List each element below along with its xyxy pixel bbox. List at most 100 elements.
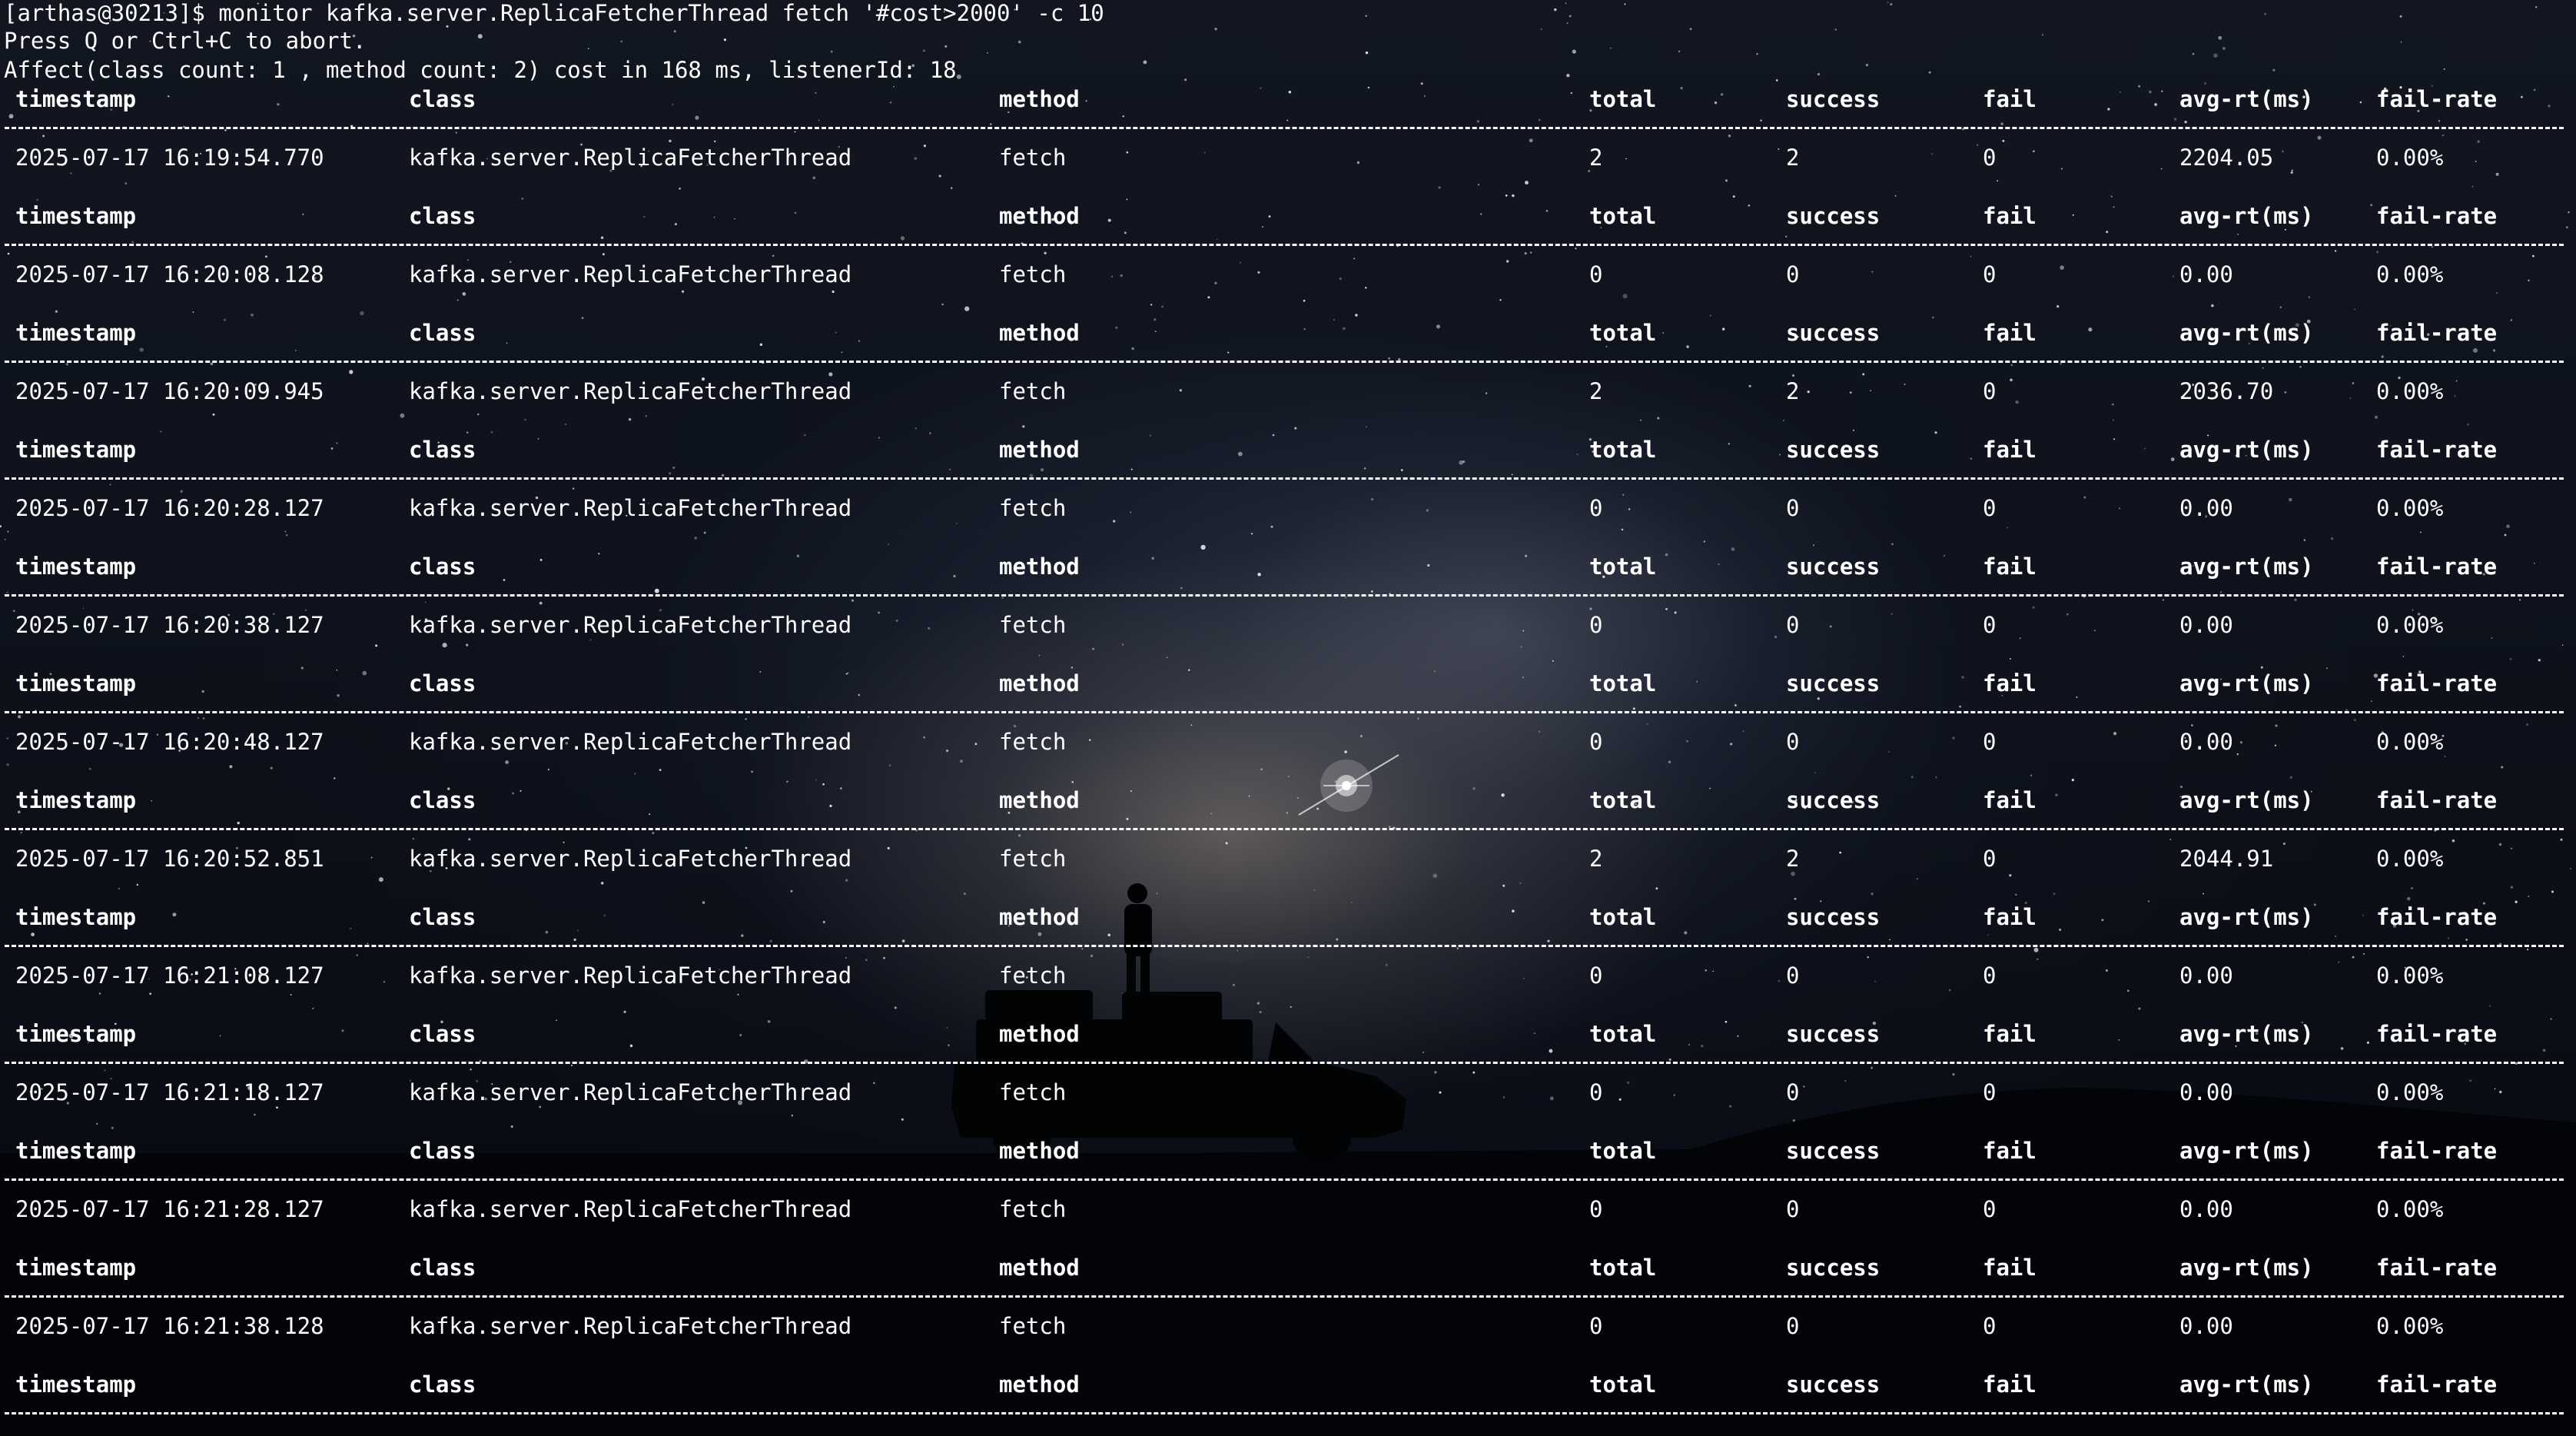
column-header-avg-rt: avg-rt(ms) — [2179, 203, 2314, 229]
cell-success: 2 — [1786, 145, 1800, 171]
column-header-fail-rate: fail-rate — [2376, 1138, 2498, 1164]
cell-avg-rt: 2044.91 — [2179, 846, 2274, 872]
cell-fail: 0 — [1983, 1079, 1997, 1105]
column-header-fail-rate: fail-rate — [2376, 904, 2498, 930]
column-header-success: success — [1786, 1021, 1881, 1047]
cell-success: 0 — [1786, 261, 1800, 288]
cell-fail-rate: 0.00% — [2376, 1196, 2444, 1222]
column-header-avg-rt: avg-rt(ms) — [2179, 670, 2314, 696]
cell-timestamp: 2025-07-17 16:20:28.127 — [15, 495, 324, 521]
column-header-timestamp: timestamp — [15, 1255, 137, 1281]
cell-method: fetch — [999, 612, 1067, 638]
cell-success: 0 — [1786, 1196, 1800, 1222]
column-header-timestamp: timestamp — [15, 553, 137, 580]
affect-summary-line: Affect(class count: 1 , method count: 2)… — [4, 57, 957, 83]
column-header-fail: fail — [1983, 437, 2037, 463]
column-header-success: success — [1786, 787, 1881, 813]
cell-class: kafka.server.ReplicaFetcherThread — [409, 1196, 852, 1222]
column-header-total: total — [1589, 904, 1657, 930]
cell-avg-rt: 0.00 — [2179, 1196, 2233, 1222]
cell-method: fetch — [999, 962, 1067, 989]
cell-total: 0 — [1589, 495, 1603, 521]
cell-method: fetch — [999, 1313, 1067, 1339]
column-header-avg-rt: avg-rt(ms) — [2179, 1021, 2314, 1047]
cell-success: 0 — [1786, 729, 1800, 755]
column-header-class: class — [409, 1138, 476, 1164]
cell-avg-rt: 0.00 — [2179, 261, 2233, 288]
cell-fail: 0 — [1983, 145, 1997, 171]
cell-timestamp: 2025-07-17 16:19:54.770 — [15, 145, 324, 171]
column-header-method: method — [999, 1021, 1080, 1047]
cell-method: fetch — [999, 1196, 1067, 1222]
cell-fail-rate: 0.00% — [2376, 729, 2444, 755]
column-header-success: success — [1786, 437, 1881, 463]
dashed-separator — [5, 594, 2564, 597]
cell-class: kafka.server.ReplicaFetcherThread — [409, 378, 852, 404]
column-header-method: method — [999, 86, 1080, 112]
column-header-method: method — [999, 670, 1080, 696]
column-header-fail-rate: fail-rate — [2376, 1371, 2498, 1398]
column-header-class: class — [409, 320, 476, 346]
cell-method: fetch — [999, 1079, 1067, 1105]
command-prompt-line: [arthas@30213]$ monitor kafka.server.Rep… — [4, 0, 1104, 26]
column-header-total: total — [1589, 1021, 1657, 1047]
column-header-method: method — [999, 1255, 1080, 1281]
dashed-separator — [5, 828, 2564, 830]
cell-timestamp: 2025-07-17 16:21:38.128 — [15, 1313, 324, 1339]
cell-avg-rt: 0.00 — [2179, 612, 2233, 638]
cell-total: 0 — [1589, 261, 1603, 288]
cell-fail: 0 — [1983, 612, 1997, 638]
cell-timestamp: 2025-07-17 16:20:48.127 — [15, 729, 324, 755]
cell-fail: 0 — [1983, 378, 1997, 404]
column-header-class: class — [409, 1021, 476, 1047]
column-header-avg-rt: avg-rt(ms) — [2179, 86, 2314, 112]
column-header-avg-rt: avg-rt(ms) — [2179, 437, 2314, 463]
column-header-class: class — [409, 670, 476, 696]
column-header-success: success — [1786, 320, 1881, 346]
cell-fail-rate: 0.00% — [2376, 495, 2444, 521]
cell-success: 2 — [1786, 846, 1800, 872]
cell-timestamp: 2025-07-17 16:20:52.851 — [15, 846, 324, 872]
cell-method: fetch — [999, 495, 1067, 521]
column-header-fail: fail — [1983, 1138, 2037, 1164]
column-header-success: success — [1786, 86, 1881, 112]
cell-class: kafka.server.ReplicaFetcherThread — [409, 1079, 852, 1105]
dashed-separator — [5, 244, 2564, 246]
column-header-total: total — [1589, 1138, 1657, 1164]
column-header-fail-rate: fail-rate — [2376, 437, 2498, 463]
cell-avg-rt: 2204.05 — [2179, 145, 2274, 171]
cell-class: kafka.server.ReplicaFetcherThread — [409, 846, 852, 872]
cell-fail: 0 — [1983, 962, 1997, 989]
column-header-timestamp: timestamp — [15, 1138, 137, 1164]
column-header-success: success — [1786, 553, 1881, 580]
column-header-success: success — [1786, 670, 1881, 696]
column-header-fail: fail — [1983, 320, 2037, 346]
column-header-method: method — [999, 203, 1080, 229]
column-header-timestamp: timestamp — [15, 670, 137, 696]
column-header-fail-rate: fail-rate — [2376, 1021, 2498, 1047]
column-header-total: total — [1589, 1255, 1657, 1281]
column-header-total: total — [1589, 787, 1657, 813]
column-header-fail: fail — [1983, 1371, 2037, 1398]
cell-timestamp: 2025-07-17 16:20:38.127 — [15, 612, 324, 638]
column-header-fail: fail — [1983, 553, 2037, 580]
terminal-window[interactable]: [arthas@30213]$ monitor kafka.server.Rep… — [0, 0, 2576, 1436]
dashed-separator — [5, 1062, 2564, 1064]
abort-hint-line: Press Q or Ctrl+C to abort. — [4, 28, 367, 54]
column-header-timestamp: timestamp — [15, 1371, 137, 1398]
column-header-fail: fail — [1983, 203, 2037, 229]
cell-total: 2 — [1589, 846, 1603, 872]
column-header-avg-rt: avg-rt(ms) — [2179, 1371, 2314, 1398]
cell-fail-rate: 0.00% — [2376, 1313, 2444, 1339]
cell-method: fetch — [999, 729, 1067, 755]
cell-total: 0 — [1589, 962, 1603, 989]
column-header-avg-rt: avg-rt(ms) — [2179, 787, 2314, 813]
column-header-class: class — [409, 437, 476, 463]
cell-fail: 0 — [1983, 1196, 1997, 1222]
column-header-avg-rt: avg-rt(ms) — [2179, 1255, 2314, 1281]
column-header-success: success — [1786, 1255, 1881, 1281]
column-header-fail-rate: fail-rate — [2376, 320, 2498, 346]
cell-fail-rate: 0.00% — [2376, 962, 2444, 989]
dashed-separator — [5, 477, 2564, 480]
dashed-separator — [5, 1295, 2564, 1298]
